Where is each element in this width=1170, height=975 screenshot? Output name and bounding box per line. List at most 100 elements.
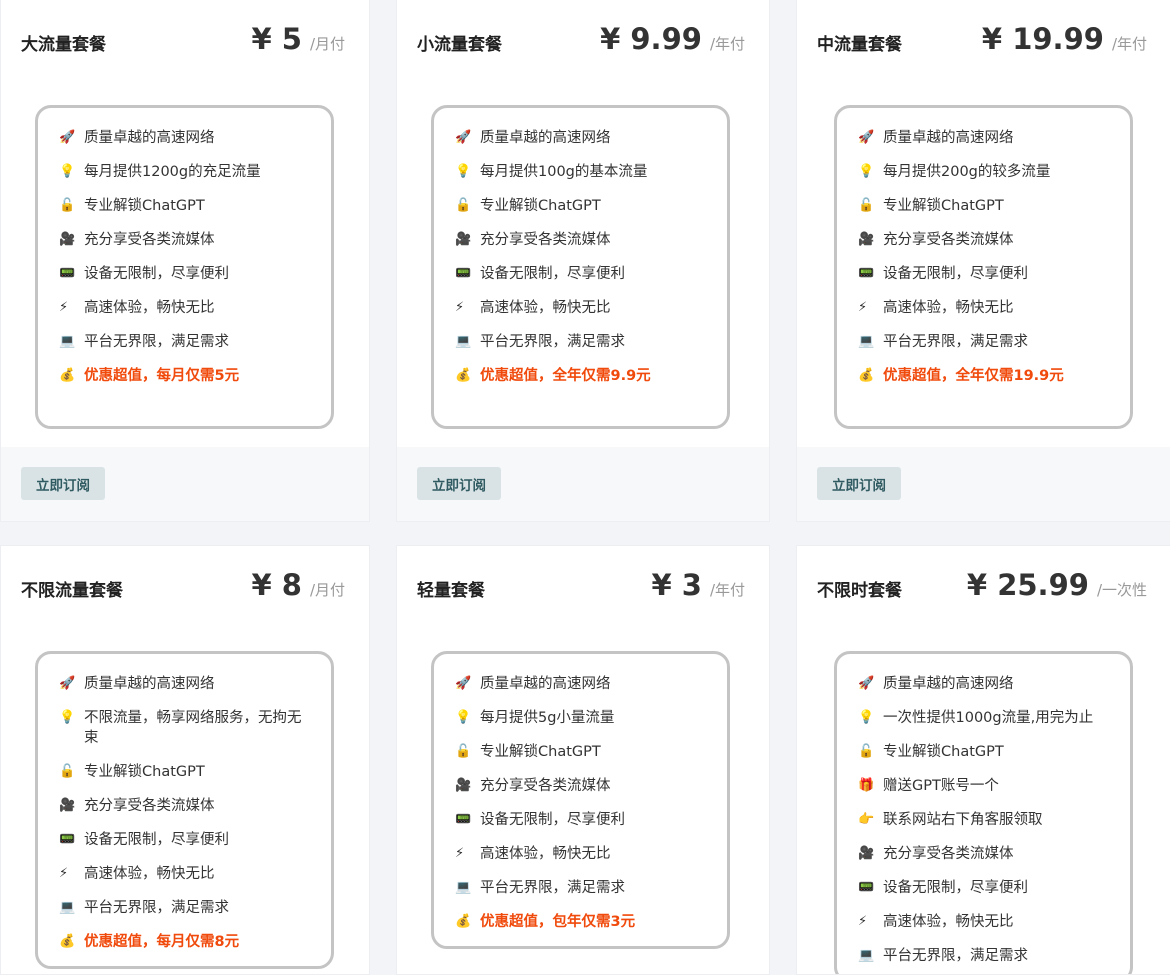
feature-item: 📟 设备无限制，尽享便利	[858, 264, 1110, 284]
plan-price: ¥ 19.99/年付	[982, 22, 1147, 56]
plan-title: 不限流量套餐	[21, 581, 123, 601]
feature-item: 🔓 专业解锁ChatGPT	[858, 742, 1110, 762]
feature-item: 🎥 充分享受各类流媒体	[858, 230, 1110, 250]
plan-price: ¥ 8/月付	[251, 568, 345, 602]
highlight-text: 优惠超值，全年仅需19.9元	[883, 368, 1064, 384]
feature-icon: 💻	[455, 334, 472, 349]
money-bag-icon: 💰	[455, 368, 472, 383]
plan-price: ¥ 5/月付	[251, 22, 345, 56]
feature-item: 🎥 充分享受各类流媒体	[858, 844, 1110, 864]
feature-icon: 📟	[59, 266, 76, 281]
feature-icon: 🎁	[858, 778, 875, 793]
feature-icon: 📟	[455, 812, 472, 827]
price-unit: /年付	[1111, 35, 1147, 53]
feature-item: 💡 每月提供100g的基本流量	[455, 162, 707, 182]
plan-price: ¥ 25.99/一次性	[967, 568, 1147, 602]
feature-item: ⚡ 高速体验，畅快无比	[455, 844, 707, 864]
feature-text: 不限流量，畅享网络服务，无拘无束	[84, 710, 302, 746]
highlight-text: 优惠超值，全年仅需9.9元	[480, 368, 651, 384]
feature-item: 🚀 质量卓越的高速网络	[455, 128, 707, 148]
feature-text: 质量卓越的高速网络	[84, 676, 215, 692]
card-footer: 立即订阅	[797, 447, 1170, 521]
feature-icon: 🎥	[858, 232, 875, 247]
feature-icon: 🔓	[455, 744, 472, 759]
feature-text: 充分享受各类流媒体	[480, 778, 611, 794]
price-unit: /年付	[709, 581, 745, 599]
feature-text: 设备无限制，尽享便利	[84, 266, 229, 282]
price-amount: ¥ 25.99	[966, 568, 1089, 602]
feature-icon: 🚀	[455, 676, 472, 691]
feature-icon: 📟	[455, 266, 472, 281]
feature-item: 🎥 充分享受各类流媒体	[455, 776, 707, 796]
feature-item: 💻 平台无界限，满足需求	[455, 332, 707, 352]
feature-icon: 🚀	[455, 130, 472, 145]
feature-item: 🎥 充分享受各类流媒体	[455, 230, 707, 250]
feature-text: 专业解锁ChatGPT	[84, 764, 205, 780]
feature-list: 🚀 质量卓越的高速网络 💡 不限流量，畅享网络服务，无拘无束 🔓 专业解锁ChatGPT 🎥…	[35, 651, 334, 969]
feature-item: 📟 设备无限制，尽享便利	[455, 264, 707, 284]
feature-text: 平台无界限，满足需求	[84, 900, 229, 916]
feature-text: 联系网站右下角客服领取	[883, 812, 1043, 828]
feature-item: 💡 一次性提供1000g流量,用完为止	[858, 708, 1110, 728]
feature-text: 一次性提供1000g流量,用完为止	[883, 710, 1094, 726]
feature-icon: 💻	[59, 334, 76, 349]
feature-text: 每月提供5g小量流量	[480, 710, 615, 726]
feature-icon: 💡	[455, 164, 472, 179]
feature-item: 🔓 专业解锁ChatGPT	[59, 196, 311, 216]
feature-item: ⚡ 高速体验，畅快无比	[59, 864, 311, 884]
feature-text: 充分享受各类流媒体	[883, 232, 1014, 248]
feature-text: 专业解锁ChatGPT	[480, 744, 601, 760]
feature-item: 💡 每月提供200g的较多流量	[858, 162, 1110, 182]
subscribe-button[interactable]: 立即订阅	[817, 467, 901, 500]
feature-text: 充分享受各类流媒体	[883, 846, 1014, 862]
feature-item: 💡 每月提供1200g的充足流量	[59, 162, 311, 182]
feature-icon: ⚡	[455, 300, 465, 315]
feature-item: ⚡ 高速体验，畅快无比	[858, 298, 1110, 318]
feature-text: 高速体验，畅快无比	[883, 300, 1014, 316]
price-amount: ¥ 5	[251, 22, 302, 56]
plan-card: 不限流量套餐 ¥ 8/月付 🚀 质量卓越的高速网络 💡 不限流量，畅享网络服务，无拘无…	[0, 545, 370, 975]
plan-title: 中流量套餐	[817, 35, 902, 55]
subscribe-button[interactable]: 立即订阅	[417, 467, 501, 500]
feature-item: 🚀 质量卓越的高速网络	[59, 674, 311, 694]
price-unit: /月付	[309, 581, 345, 599]
money-bag-icon: 💰	[59, 368, 76, 383]
feature-icon: ⚡	[455, 846, 465, 861]
feature-text: 平台无界限，满足需求	[84, 334, 229, 350]
feature-item: 🚀 质量卓越的高速网络	[455, 674, 707, 694]
feature-item: 🎥 充分享受各类流媒体	[59, 796, 311, 816]
feature-text: 专业解锁ChatGPT	[84, 198, 205, 214]
price-amount: ¥ 19.99	[981, 22, 1104, 56]
highlight-text: 优惠超值，每月仅需5元	[84, 368, 240, 384]
feature-item: 🎥 充分享受各类流媒体	[59, 230, 311, 250]
feature-item: 💻 平台无界限，满足需求	[858, 332, 1110, 352]
feature-text: 设备无限制，尽享便利	[883, 880, 1028, 896]
feature-text: 质量卓越的高速网络	[480, 130, 611, 146]
feature-icon: ⚡	[858, 300, 868, 315]
feature-icon: 💻	[858, 948, 875, 963]
feature-text: 质量卓越的高速网络	[480, 676, 611, 692]
plan-card: 轻量套餐 ¥ 3/年付 🚀 质量卓越的高速网络 💡 每月提供5g小量流量 🔓 专业解锁Ch…	[396, 545, 770, 975]
feature-item: 🎁 赠送GPT账号一个	[858, 776, 1110, 796]
subscribe-button[interactable]: 立即订阅	[21, 467, 105, 500]
highlight-text: 优惠超值，包年仅需3元	[480, 914, 636, 930]
price-amount: ¥ 3	[651, 568, 702, 602]
feature-text: 充分享受各类流媒体	[480, 232, 611, 248]
feature-icon: 💡	[858, 710, 875, 725]
feature-icon: 🚀	[59, 130, 76, 145]
feature-icon: 📟	[858, 266, 875, 281]
feature-text: 设备无限制，尽享便利	[480, 812, 625, 828]
feature-icon: 🚀	[858, 130, 875, 145]
feature-icon: 🎥	[455, 232, 472, 247]
money-bag-icon: 💰	[455, 914, 472, 929]
feature-item: 📟 设备无限制，尽享便利	[59, 264, 311, 284]
feature-item: 🔓 专业解锁ChatGPT	[455, 196, 707, 216]
feature-icon: 🎥	[455, 778, 472, 793]
feature-text: 高速体验，畅快无比	[480, 846, 611, 862]
feature-text: 设备无限制，尽享便利	[883, 266, 1028, 282]
feature-icon: 💡	[59, 164, 76, 179]
feature-text: 高速体验，畅快无比	[84, 300, 215, 316]
feature-item: 🔓 专业解锁ChatGPT	[858, 196, 1110, 216]
plan-title: 不限时套餐	[817, 581, 902, 601]
price-amount: ¥ 9.99	[600, 22, 702, 56]
